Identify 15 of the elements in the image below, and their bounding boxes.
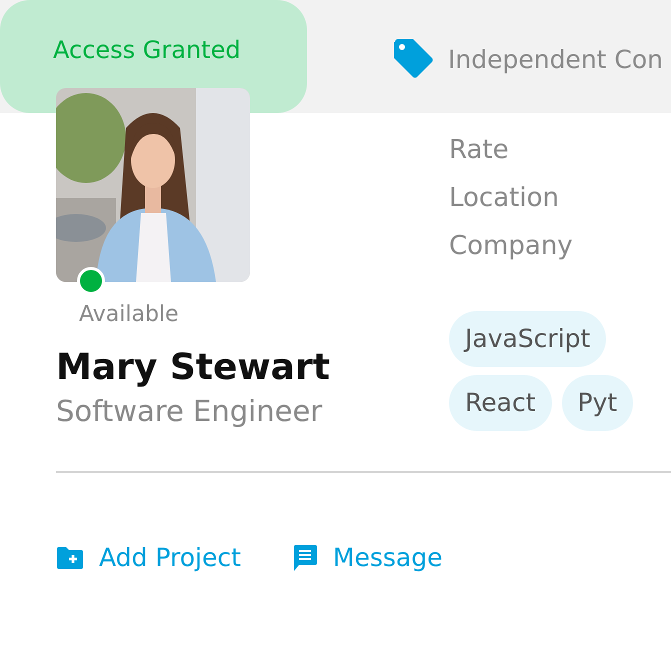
tag-icon bbox=[393, 38, 435, 80]
detail-label: Rate bbox=[449, 134, 510, 167]
skill-tag: JavaScript bbox=[449, 311, 606, 367]
action-link[interactable]: Message bbox=[292, 543, 442, 572]
detail-label: Company bbox=[449, 230, 574, 263]
folder-add-icon bbox=[57, 546, 83, 568]
person-name: Mary Stewart bbox=[56, 347, 330, 388]
skill-tag: Pyt bbox=[562, 375, 634, 431]
message-icon bbox=[292, 544, 317, 570]
status-label: Available bbox=[79, 302, 179, 327]
action-link[interactable]: Add Project bbox=[57, 543, 241, 572]
category-label: Independent Con bbox=[448, 44, 664, 74]
skill-tag: React bbox=[449, 375, 552, 431]
job-title: Software Engineer bbox=[56, 394, 322, 428]
detail-label: Location bbox=[449, 182, 560, 215]
